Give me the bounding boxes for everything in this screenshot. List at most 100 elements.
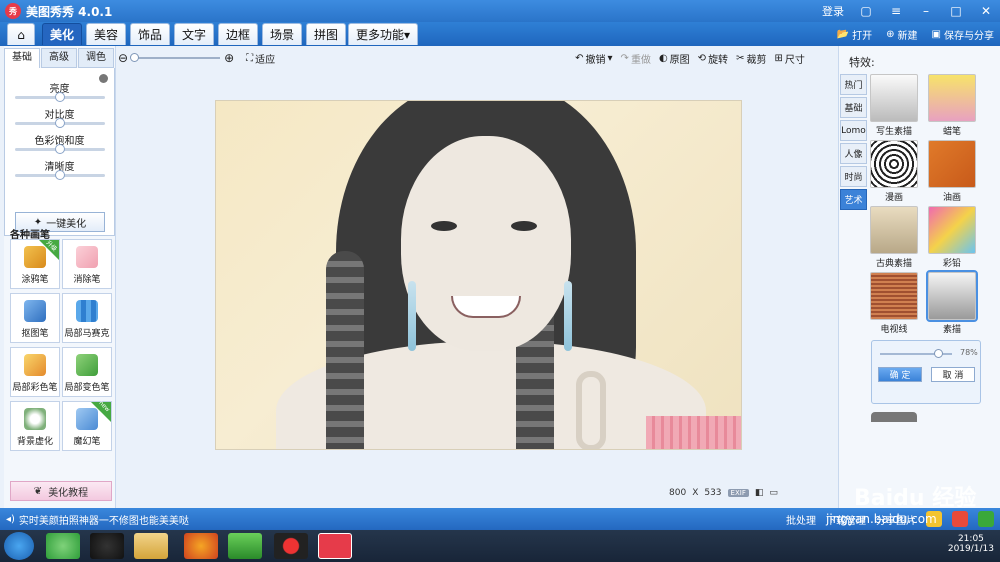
cat-hot[interactable]: 热门 [840, 74, 867, 95]
minimize-icon[interactable]: – [918, 4, 934, 18]
save-share-button[interactable]: ▣ 保存与分享 [932, 27, 994, 42]
tab-accessories[interactable]: 饰品 [130, 23, 171, 45]
effect-crayon[interactable]: 蜡笔 [927, 74, 977, 138]
taskbar-qq-icon[interactable] [90, 533, 124, 559]
save-icon: ▣ [931, 28, 941, 40]
brush-mosaic[interactable]: 局部马赛克 [62, 293, 112, 343]
zoom-in-icon[interactable]: ⊕ [224, 51, 234, 65]
brush-magic[interactable]: new 魔幻笔 [62, 400, 112, 451]
confirm-button[interactable]: 确 定 [878, 367, 922, 382]
sharpness-slider[interactable] [15, 170, 105, 180]
effect-tv-lines[interactable]: 电视线 [869, 272, 919, 336]
effect-sketch-drawing[interactable]: 写生素描 [869, 74, 919, 138]
left-panel: 基础 高级 调色 亮度 对比度 色彩饱和度 清晰度 ✦ 一键美化 各种画笔 升级 … [4, 46, 116, 508]
tutorial-button[interactable]: ❦ 美化教程 [10, 481, 112, 501]
effect-classic-sketch[interactable]: 古典素描 [869, 206, 919, 270]
strength-slider[interactable] [880, 349, 952, 358]
tab-more[interactable]: 更多功能 ▾ [348, 23, 419, 45]
home-tab[interactable]: ⌂ [7, 23, 35, 45]
brush-local-color[interactable]: 局部彩色笔 [10, 347, 60, 397]
new-button[interactable]: ⊕ 新建 [886, 27, 917, 42]
login-link[interactable]: 登录 [822, 3, 844, 19]
fullscreen-icon[interactable]: ▭ [769, 488, 778, 498]
fit-button[interactable]: ⛶ 适应 [246, 51, 275, 66]
tab-text[interactable]: 文字 [174, 23, 215, 45]
weibo-icon[interactable] [952, 511, 968, 527]
start-button[interactable] [4, 532, 34, 560]
strength-knob[interactable] [934, 349, 943, 358]
zoom-out-icon[interactable]: ⊖ [118, 51, 128, 65]
effect-label: 素描 [942, 325, 961, 335]
image-toolbar: ⊖ ⊕ ⛶ 适应 ↶ 撤销 ▾ ↷ 重做 ◐ 原图 ⟲ 旋转 ✂ 裁剪 ⊞ 尺寸 [118, 46, 835, 70]
tray-date[interactable]: 2019/1/13 [948, 544, 994, 554]
brush-cutout[interactable]: 抠图笔 [10, 293, 60, 343]
taskbar-app-browser-icon[interactable] [46, 533, 80, 559]
exif-button[interactable]: EXIF [727, 489, 749, 497]
tab-beauty[interactable]: 美容 [86, 23, 127, 45]
taskbar-player-icon[interactable] [228, 533, 262, 559]
effect-label: 油画 [942, 193, 961, 203]
cat-fashion[interactable]: 时尚 [840, 166, 867, 187]
tab-collage[interactable]: 拼图 [306, 23, 347, 45]
close-icon[interactable]: ✕ [978, 4, 994, 18]
rotate-button[interactable]: ⟲ 旋转 [698, 51, 728, 66]
cat-lomo[interactable]: Lomo [840, 120, 867, 141]
cat-art[interactable]: 艺术 [840, 189, 867, 210]
subtab-advanced[interactable]: 高级 [41, 48, 77, 68]
message-icon[interactable]: ▢ [858, 4, 874, 18]
saturation-knob[interactable] [55, 144, 65, 154]
subtab-basic[interactable]: 基础 [4, 48, 40, 68]
brush-label: 涂鸦笔 [21, 275, 49, 285]
original-button[interactable]: ◐ 原图 [659, 51, 690, 66]
brush-doodle[interactable]: 升级 涂鸦笔 [10, 239, 60, 289]
open-button[interactable]: 📂 打开 [837, 27, 872, 42]
cat-portrait[interactable]: 人像 [840, 143, 867, 164]
effect-sketch[interactable]: 素描 [926, 270, 978, 336]
brush-local-recolor[interactable]: 局部变色笔 [62, 347, 112, 397]
image-info: 800 X 533 EXIF ◧ ▭ [669, 488, 778, 498]
compare-icon[interactable]: ◧ [755, 488, 764, 498]
effect-thumb-peek[interactable] [871, 412, 917, 422]
brightness-slider[interactable] [15, 92, 105, 102]
taskbar-meitu-icon[interactable] [318, 533, 352, 559]
effect-oil-painting[interactable]: 油画 [927, 140, 977, 204]
tab-beautify[interactable]: 美化 [42, 23, 83, 45]
image-width: 800 [669, 488, 687, 498]
undo-button[interactable]: ↶ 撤销 ▾ [575, 51, 612, 66]
batch-button[interactable]: 批处理 [786, 512, 816, 527]
tab-scene[interactable]: 场景 [262, 23, 303, 45]
brush-background-blur[interactable]: 背景虚化 [10, 401, 60, 451]
tray-time[interactable]: 21:05 [948, 534, 994, 544]
add-icon[interactable] [978, 511, 994, 527]
cancel-button[interactable]: 取 消 [931, 367, 975, 382]
subtab-color[interactable]: 调色 [78, 48, 114, 68]
menu-icon[interactable]: ≡ [888, 4, 904, 18]
effect-color-pencil[interactable]: 彩铅 [927, 206, 977, 270]
contrast-slider[interactable] [15, 118, 105, 128]
brightness-knob[interactable] [55, 92, 65, 102]
effect-comic[interactable]: 漫画 [869, 140, 919, 204]
crop-button[interactable]: ✂ 裁剪 [736, 51, 766, 66]
undo-label: 撤销 [585, 54, 606, 66]
effect-strength-popup: 78% 确 定 取 消 [871, 340, 981, 404]
zoom-knob[interactable] [130, 53, 140, 62]
redo-button[interactable]: ↷ 重做 [621, 51, 651, 66]
dimension-separator: X [692, 488, 699, 498]
tab-frame[interactable]: 边框 [218, 23, 259, 45]
plus-icon: ⊕ [886, 28, 895, 40]
taskbar-folder-icon[interactable] [134, 533, 168, 559]
contrast-knob[interactable] [55, 118, 65, 128]
sharpness-knob[interactable] [55, 170, 65, 180]
taskbar-recorder-icon[interactable] [274, 533, 308, 559]
promo-text[interactable]: 实时美颜拍照神器一不修图也能美美哒 [19, 512, 189, 527]
zoom-slider[interactable] [130, 53, 221, 62]
brush-eraser[interactable]: 消除笔 [62, 239, 112, 289]
saturation-slider[interactable] [15, 144, 105, 154]
color-brush-icon [24, 354, 46, 376]
size-button[interactable]: ⊞ 尺寸 [774, 51, 804, 66]
taskbar-firefox-icon[interactable] [184, 533, 218, 559]
canvas-area [118, 70, 835, 510]
cat-basic[interactable]: 基础 [840, 97, 867, 118]
photo-canvas[interactable] [215, 100, 742, 450]
maximize-icon[interactable]: □ [948, 4, 964, 18]
